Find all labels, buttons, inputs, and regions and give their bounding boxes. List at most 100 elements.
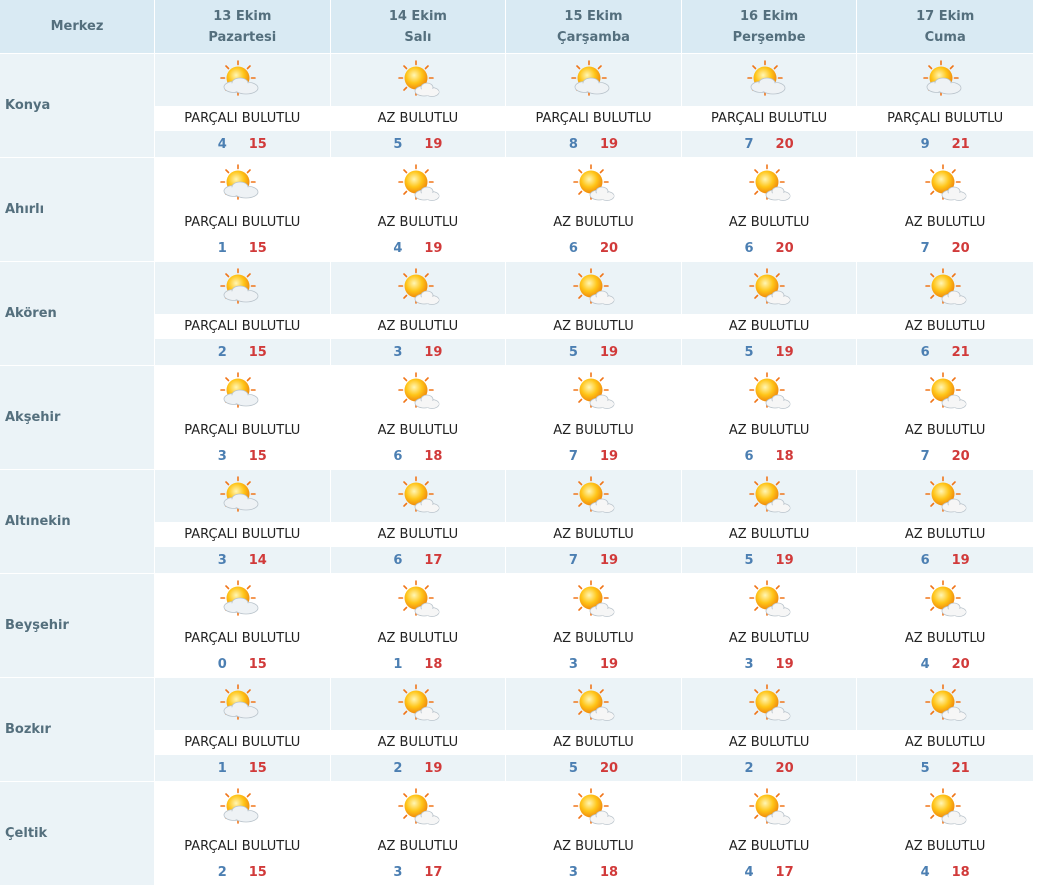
mostly-sunny-icon xyxy=(330,574,506,626)
city-row: Akören PARÇALI BULUTLU 2 15 AZ BULUTLU 3… xyxy=(0,261,1033,365)
forecast-cell: PARÇALI BULUTLU 4 15 xyxy=(155,54,331,157)
mostly-sunny-icon xyxy=(857,158,1033,210)
temperature-range: 5 19 xyxy=(681,547,857,573)
day-weekday: Pazartesi xyxy=(208,29,277,45)
temperature-range: 4 17 xyxy=(681,859,857,885)
weather-description: AZ BULUTLU xyxy=(681,209,857,236)
temperature-range: 3 17 xyxy=(330,859,506,885)
temperature-range: 3 18 xyxy=(506,859,681,885)
city-name[interactable]: Akören xyxy=(0,262,155,365)
weather-description: PARÇALI BULUTLU xyxy=(155,625,330,652)
city-name[interactable]: Altınekin xyxy=(0,470,155,573)
min-temperature: 2 xyxy=(217,344,227,360)
max-temperature: 20 xyxy=(951,448,970,464)
min-temperature: 2 xyxy=(393,760,403,776)
min-temperature: 7 xyxy=(568,448,578,464)
partly-cloudy-icon xyxy=(857,54,1033,106)
city-name[interactable]: Çeltik xyxy=(0,782,155,885)
partly-cloudy-icon xyxy=(155,54,330,106)
mostly-sunny-icon xyxy=(681,366,857,418)
forecast-cell: AZ BULUTLU 4 18 xyxy=(857,782,1033,885)
weather-description: AZ BULUTLU xyxy=(857,833,1033,860)
max-temperature: 15 xyxy=(248,864,267,880)
min-temperature: 0 xyxy=(217,656,227,672)
min-temperature: 9 xyxy=(920,136,930,152)
max-temperature: 18 xyxy=(424,656,443,672)
city-row: Ahırlı PARÇALI BULUTLU 1 15 AZ BULUTLU 4… xyxy=(0,157,1033,261)
mostly-sunny-icon xyxy=(857,366,1033,418)
city-name[interactable]: Akşehir xyxy=(0,366,155,469)
max-temperature: 20 xyxy=(775,760,794,776)
temperature-range: 1 15 xyxy=(155,235,330,261)
day-weekday: Salı xyxy=(404,29,432,45)
partly-cloudy-icon xyxy=(155,470,330,522)
min-temperature: 4 xyxy=(920,864,930,880)
max-temperature: 18 xyxy=(424,448,443,464)
city-name[interactable]: Ahırlı xyxy=(0,158,155,261)
weather-description: AZ BULUTLU xyxy=(330,521,506,548)
max-temperature: 19 xyxy=(599,656,619,672)
max-temperature: 15 xyxy=(248,344,267,360)
forecast-cell: AZ BULUTLU 3 19 xyxy=(506,574,682,677)
temperature-range: 0 15 xyxy=(155,651,330,677)
temperature-range: 7 19 xyxy=(506,443,681,469)
mostly-sunny-icon xyxy=(506,470,681,522)
weather-description: AZ BULUTLU xyxy=(330,833,506,860)
temperature-range: 6 18 xyxy=(681,443,857,469)
temperature-range: 7 20 xyxy=(857,443,1033,469)
weather-description: AZ BULUTLU xyxy=(506,313,681,340)
forecast-cell: PARÇALI BULUTLU 0 15 xyxy=(155,574,331,677)
min-temperature: 7 xyxy=(920,240,930,256)
day-header: 13 Ekim Pazartesi xyxy=(155,0,331,53)
day-weekday: Cuma xyxy=(924,29,966,45)
forecast-cell: AZ BULUTLU 6 20 xyxy=(506,158,682,261)
temperature-range: 2 15 xyxy=(155,339,330,365)
mostly-sunny-icon xyxy=(681,782,857,834)
min-temperature: 1 xyxy=(217,240,227,256)
max-temperature: 19 xyxy=(599,344,619,360)
weather-description: PARÇALI BULUTLU xyxy=(155,105,330,132)
weather-description: AZ BULUTLU xyxy=(330,209,506,236)
forecast-cell: AZ BULUTLU 6 19 xyxy=(857,470,1033,573)
city-name[interactable]: Bozkır xyxy=(0,678,155,781)
temperature-range: 5 19 xyxy=(681,339,857,365)
city-name[interactable]: Beyşehir xyxy=(0,574,155,677)
forecast-cell: PARÇALI BULUTLU 1 15 xyxy=(155,158,331,261)
weather-description: AZ BULUTLU xyxy=(681,625,857,652)
city-row: Altınekin PARÇALI BULUTLU 3 14 AZ BULUTL… xyxy=(0,469,1033,573)
weather-description: AZ BULUTLU xyxy=(506,521,681,548)
max-temperature: 19 xyxy=(775,344,794,360)
max-temperature: 18 xyxy=(951,864,970,880)
max-temperature: 20 xyxy=(951,656,970,672)
max-temperature: 21 xyxy=(951,760,970,776)
weather-description: AZ BULUTLU xyxy=(681,729,857,756)
temperature-range: 9 21 xyxy=(857,131,1033,157)
forecast-cell: AZ BULUTLU 5 19 xyxy=(506,262,682,365)
max-temperature: 19 xyxy=(424,240,443,256)
max-temperature: 19 xyxy=(951,552,970,568)
min-temperature: 3 xyxy=(217,552,227,568)
weather-description: AZ BULUTLU xyxy=(506,625,681,652)
forecast-cell: AZ BULUTLU 5 21 xyxy=(857,678,1033,781)
max-temperature: 19 xyxy=(599,448,619,464)
forecast-cell: AZ BULUTLU 6 21 xyxy=(857,262,1033,365)
min-temperature: 1 xyxy=(217,760,227,776)
mostly-sunny-icon xyxy=(330,54,506,106)
mostly-sunny-icon xyxy=(681,158,857,210)
forecast-cell: AZ BULUTLU 5 20 xyxy=(506,678,682,781)
min-temperature: 5 xyxy=(920,760,930,776)
weather-description: AZ BULUTLU xyxy=(506,729,681,756)
max-temperature: 19 xyxy=(424,760,443,776)
mostly-sunny-icon xyxy=(330,158,506,210)
temperature-range: 7 20 xyxy=(857,235,1033,261)
partly-cloudy-icon xyxy=(155,158,330,210)
max-temperature: 20 xyxy=(599,760,619,776)
min-temperature: 6 xyxy=(744,240,754,256)
forecast-cell: AZ BULUTLU 3 18 xyxy=(506,782,682,885)
min-temperature: 3 xyxy=(393,864,403,880)
city-name[interactable]: Konya xyxy=(0,54,155,157)
min-temperature: 6 xyxy=(393,552,403,568)
mostly-sunny-icon xyxy=(330,262,506,314)
min-temperature: 5 xyxy=(568,344,578,360)
temperature-range: 6 17 xyxy=(330,547,506,573)
